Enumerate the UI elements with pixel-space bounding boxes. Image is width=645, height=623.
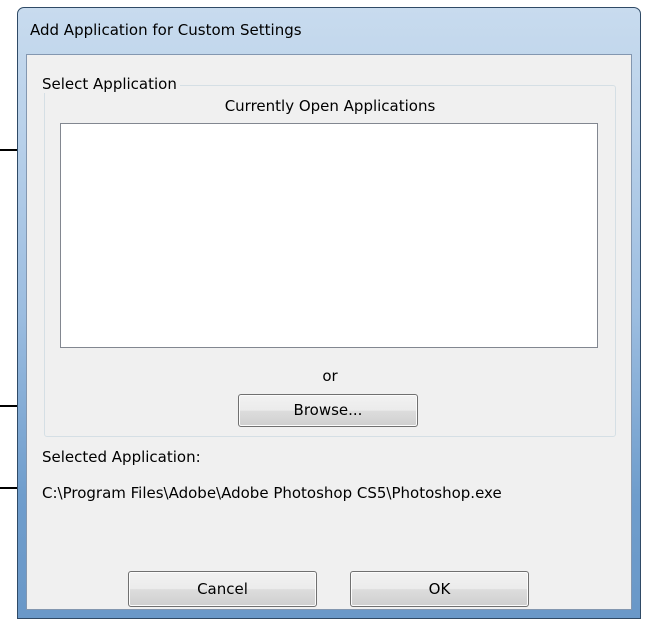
selected-application-label: Selected Application: bbox=[42, 448, 201, 466]
page: Add Application for Custom Settings Sele… bbox=[0, 0, 645, 623]
or-separator: or bbox=[322, 367, 338, 385]
browse-button[interactable]: Browse... bbox=[238, 394, 418, 427]
dialog-client-area: Select Application Currently Open Applic… bbox=[26, 54, 632, 610]
list-title: Currently Open Applications bbox=[224, 97, 436, 115]
open-applications-list[interactable] bbox=[60, 123, 598, 348]
window-title: Add Application for Custom Settings bbox=[30, 21, 302, 39]
selected-application-path: C:\Program Files\Adobe\Adobe Photoshop C… bbox=[42, 484, 502, 502]
group-label: Select Application bbox=[39, 75, 180, 93]
dialog-window: Add Application for Custom Settings Sele… bbox=[17, 7, 641, 619]
title-bar[interactable]: Add Application for Custom Settings bbox=[18, 8, 640, 53]
ok-button[interactable]: OK bbox=[350, 571, 529, 607]
cancel-button[interactable]: Cancel bbox=[128, 571, 317, 607]
